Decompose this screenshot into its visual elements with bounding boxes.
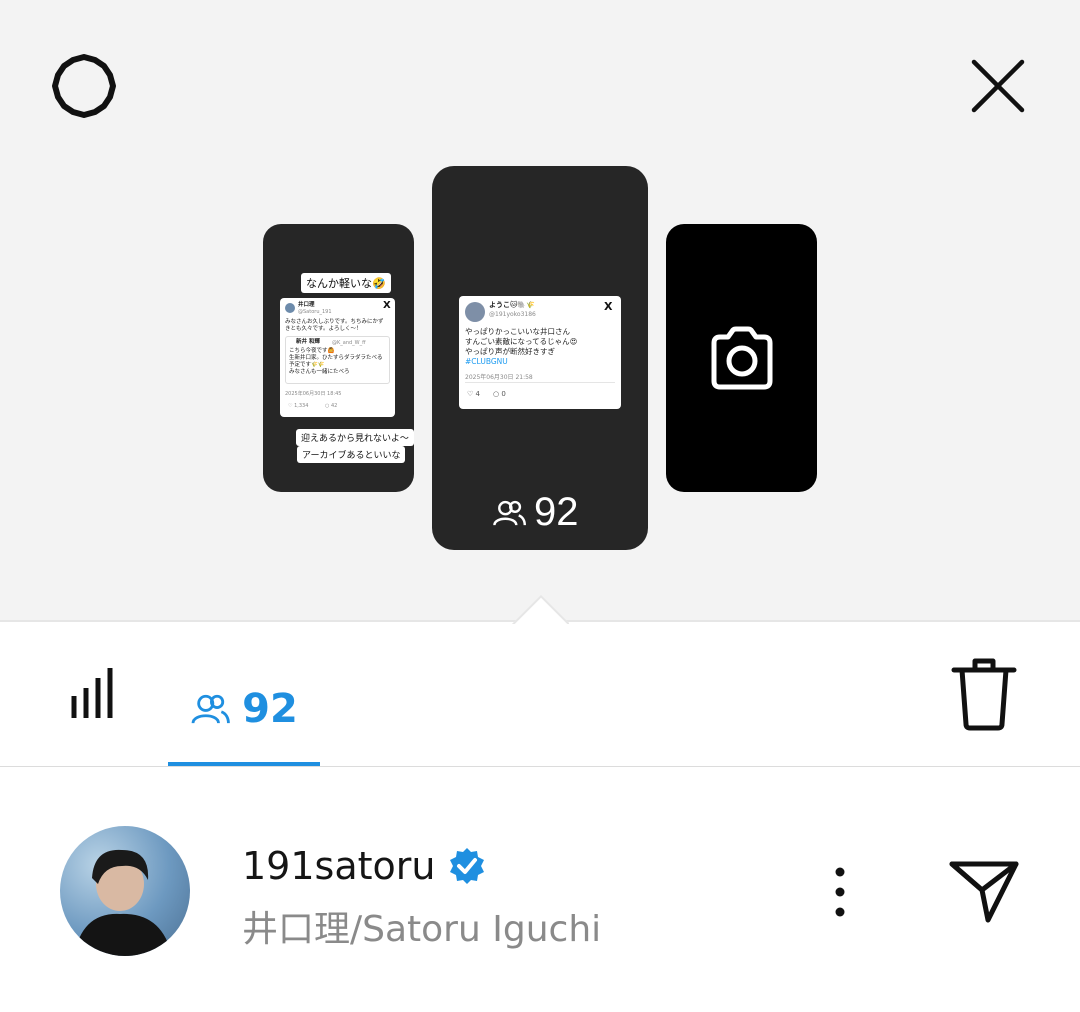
- tweet-stat-likes: ♡ 1,334: [288, 403, 309, 409]
- tweet-date: 2025年06月30日 21:58: [465, 374, 533, 381]
- tweet-card: 井口理 @Satoru_191 X みなさんお久しぶりです。ちちみにかず きとも…: [280, 298, 395, 417]
- likes-count: 1,334: [294, 403, 309, 409]
- more-options-button[interactable]: [818, 860, 862, 924]
- story-viewer-count: 92: [492, 490, 579, 535]
- viewers-icon: [191, 694, 230, 724]
- add-story-button[interactable]: [666, 224, 817, 492]
- tweet-text: すんごい素敵になってるじゃん😍: [465, 337, 578, 346]
- tweet-hashtag: #CLUBGNU: [465, 357, 508, 366]
- tweet-text: みなさんも一緒にたべろ: [289, 369, 350, 375]
- story-text-sticker: アーカイブあるといいな: [297, 446, 406, 463]
- bar-chart-icon: [71, 668, 113, 718]
- story-insights-bar: 92: [0, 622, 1080, 766]
- tweet-date: 2025年06月30日 18:45: [285, 391, 342, 397]
- full-name: 井口理/Satoru Iguchi: [242, 909, 602, 950]
- send-icon: [949, 861, 1019, 923]
- likes-count: 4: [475, 390, 480, 398]
- delete-story-button[interactable]: [948, 654, 1020, 734]
- more-vertical-icon: [835, 867, 845, 917]
- replies-count: 0: [501, 390, 506, 398]
- story-text-sticker: 迎えあるから見れないよ〜: [296, 429, 414, 446]
- username[interactable]: 191satoru: [242, 844, 435, 888]
- tweet-handle: @191yoko3186: [489, 311, 536, 318]
- selected-story-pointer: [511, 594, 569, 624]
- story-text-sticker: なんか軽いな🤣: [301, 273, 391, 293]
- tweet-stat-replies: ○ 42: [325, 403, 338, 409]
- avatar: [465, 302, 485, 322]
- divider: [0, 766, 1080, 767]
- replies-count: 42: [330, 403, 338, 409]
- tweet-handle: @Satoru_191: [298, 309, 332, 315]
- viewer-username-row: 191satoru: [242, 844, 487, 888]
- quoted-tweet: 新井 和輝 @K_and_W_ff こちら今夜です🙆 生新井口家。ひたすらダラダ…: [285, 336, 390, 384]
- tweet-text: やっぱり声が断然好きすぎ: [465, 347, 555, 356]
- tweet-author: ようこ🐱🐘🌾: [489, 301, 535, 309]
- close-button[interactable]: [960, 48, 1036, 124]
- tweet-author: 新井 和輝: [296, 339, 320, 345]
- viewer-list-item[interactable]: 191satoru 井口理/Satoru Iguchi: [0, 820, 1080, 960]
- divider: [465, 382, 615, 383]
- story-thumbnail-left[interactable]: なんか軽いな🤣 井口理 @Satoru_191 X みなさんお久しぶりです。ちち…: [263, 224, 414, 492]
- verified-badge-icon: [450, 848, 485, 884]
- avatar: [285, 303, 295, 313]
- tweet-text: きとも久々です。よろしく〜！: [285, 326, 362, 332]
- tweet-text: やっぱりかっこいいな井口さん: [465, 327, 570, 336]
- avatar[interactable]: [60, 826, 190, 956]
- camera-icon: [711, 326, 773, 390]
- story-thumbnail-selected[interactable]: ようこ🐱🐘🌾 @191yoko3186 X やっぱりかっこいいな井口さん すんご…: [432, 166, 648, 550]
- x-logo-icon: X: [383, 300, 391, 311]
- send-message-button[interactable]: [944, 856, 1028, 928]
- close-icon: [971, 59, 1025, 113]
- viewer-count: 92: [534, 490, 579, 534]
- tweet-stat-likes: ♡ 4: [467, 390, 480, 398]
- viewers-tab-count: 92: [242, 686, 298, 732]
- insights-button[interactable]: [64, 662, 128, 726]
- tweet-stat-replies: ○ 0: [493, 390, 506, 398]
- gear-icon: [52, 54, 116, 118]
- tab-viewers[interactable]: 92: [168, 652, 320, 766]
- x-logo-icon: X: [604, 300, 613, 313]
- tweet-handle: @K_and_W_ff: [332, 340, 366, 346]
- viewers-icon: [493, 500, 526, 526]
- trash-icon: [951, 658, 1017, 731]
- tweet-card: ようこ🐱🐘🌾 @191yoko3186 X やっぱりかっこいいな井口さん すんご…: [459, 296, 621, 409]
- profile-photo: [74, 849, 172, 956]
- settings-button[interactable]: [46, 48, 122, 124]
